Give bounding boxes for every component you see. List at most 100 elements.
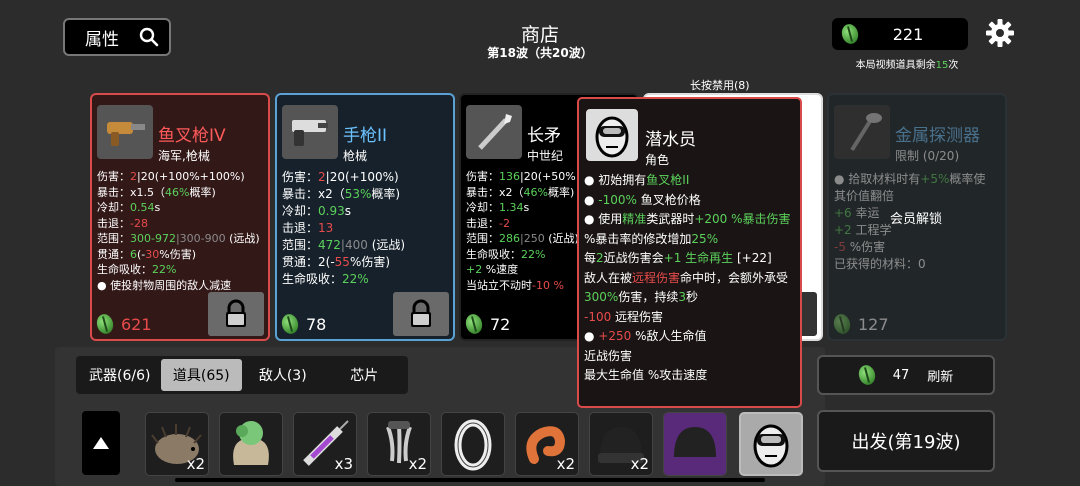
stat-line: 当站立不动时-10 % — [466, 278, 579, 294]
stat-segment: (远战) — [225, 232, 260, 245]
stat-line: 暴击：x1.5（46%概率) — [97, 185, 260, 201]
scroll-up-button[interactable] — [82, 411, 120, 475]
item-count: x3 — [334, 455, 353, 473]
tab-weapons[interactable]: 武器(6/6) — [79, 359, 161, 391]
stat-segment: 伤害： — [97, 170, 130, 183]
stat-line: ● 拾取材料时有+5%概率使 — [834, 171, 985, 188]
stat-segment: +2 — [834, 223, 852, 237]
stat-segment: 6 — [130, 247, 137, 261]
stat-line: 生命吸收：22% — [97, 262, 260, 278]
stat-segment: |20(+100% — [325, 170, 395, 184]
material-coin-icon — [831, 312, 853, 336]
depart-button[interactable]: 出发(第19波) — [817, 410, 995, 472]
inventory-scrollbar[interactable] — [175, 478, 765, 482]
shop-card-pistol[interactable]: 手枪II 枪械 伤害：2|20(+100%) 暴击：x2（53%概率) 冷却：0.9… — [275, 93, 455, 341]
stat-line: 生命吸收：22% — [282, 271, 405, 288]
stat-segment: 22% — [342, 272, 369, 286]
stat-segment: |400 — [340, 238, 368, 252]
stat-segment: +5% — [920, 172, 950, 186]
item-name: 长矛 — [527, 126, 561, 146]
tooltip-line: ● 使用精准类武器时+200 %暴击伤害 — [584, 210, 798, 230]
item-type: 枪械 — [343, 149, 368, 163]
material-coin-icon — [463, 312, 485, 336]
refresh-label: 刷新 — [927, 369, 954, 385]
tooltip-line: 每2近战伤害会+1 生命再生 [+22] — [584, 249, 798, 269]
tooltip-segment: 鱼叉枪II — [646, 173, 690, 187]
tab-chips[interactable]: 芯片 — [324, 359, 406, 391]
tooltip-segment: 远程伤害 — [632, 270, 681, 285]
gear-icon[interactable] — [985, 18, 1015, 48]
stat-segment: 击退： — [97, 216, 130, 230]
diver-mask-icon — [753, 424, 789, 468]
stat-line: 伤害：136|20(+50% — [466, 169, 579, 185]
item-slot-beanie[interactable]: x2 — [589, 412, 653, 476]
item-slot-moss-sack[interactable] — [219, 412, 283, 476]
item-name: 手枪II — [343, 126, 388, 146]
item-slot-hedgehog[interactable]: x2 — [145, 412, 209, 476]
stat-segment: 已获得的材料：0 — [834, 257, 926, 271]
stat-line: 击退：-2 — [466, 216, 579, 232]
stat-segment: 范围： — [466, 232, 499, 245]
stat-segment: +2 — [466, 263, 483, 276]
item-slot-ring[interactable] — [441, 412, 505, 476]
stat-segment: 46% — [523, 185, 548, 199]
stat-segment: 击退： — [466, 216, 499, 230]
stat-segment: |300-900 — [175, 232, 226, 245]
price-value: 78 — [306, 314, 327, 334]
stat-segment: 伤害： — [466, 170, 499, 183]
tab-items[interactable]: 道具(65) — [160, 359, 242, 391]
tooltip-line: 敌人在被远程伤害命中时，会额外承受 300%伤害，持续3秒 — [584, 269, 798, 308]
tooltip-segment: +250 — [598, 329, 632, 343]
stat-line: 暴击：x2（46%概率) — [466, 185, 579, 201]
stat-segment: 暴击：x1.5（ — [97, 185, 166, 199]
item-slot-syringe[interactable]: x3 — [293, 412, 357, 476]
tooltip-segment: 2 — [596, 251, 604, 265]
stat-segment: 暴击：x2（ — [466, 185, 524, 199]
tooltip-segment: 伤害，持续 — [618, 290, 679, 304]
currency-display: 221 — [832, 18, 968, 50]
stat-segment: +100%) — [199, 170, 245, 183]
tooltip-description: ● 初始拥有鱼叉枪II ● -100% 鱼叉枪价格 ● 使用精准类武器时+200 %… — [584, 171, 798, 386]
tooltip-segment: 精准 — [622, 212, 647, 226]
tooltip-segment: %攻击速度 — [647, 368, 708, 382]
item-slot-orange-worm[interactable]: x2 — [515, 412, 579, 476]
stat-segment: 贯通：2(- — [282, 255, 335, 269]
stat-line: 范围：300-972|300-900 (远战) — [97, 231, 260, 247]
tooltip-segment: %暴击率 — [584, 231, 632, 246]
material-coin-icon — [94, 312, 116, 336]
tooltip-line: 近战伤害 — [584, 347, 798, 367]
stat-segment: 生命吸收： — [282, 272, 343, 286]
item-slot-diver-mask[interactable] — [739, 412, 803, 476]
tooltip-segment: +200 %暴击伤害 — [694, 212, 791, 226]
stat-segment: 13 — [318, 221, 334, 235]
lock-button[interactable] — [393, 292, 449, 336]
refresh-button[interactable]: 47 刷新 — [817, 355, 995, 395]
lock-button[interactable] — [208, 292, 264, 336]
stat-line: 贯通：6(-30%伤害) — [97, 247, 260, 263]
item-slot-claw[interactable]: x2 — [367, 412, 431, 476]
stat-segment: 2 — [318, 170, 326, 184]
stat-segment: |20(+50% — [520, 170, 576, 183]
item-price: 78 — [279, 312, 327, 336]
stat-segment: |20(+100% — [137, 170, 200, 183]
stat-line: 其价值翻倍 — [834, 188, 985, 205]
stat-segment: |250 — [520, 232, 545, 245]
moss-sack-icon — [233, 421, 269, 465]
stat-line: +2 %速度 — [466, 262, 579, 278]
lock-icon — [411, 299, 431, 327]
stat-line: 生命吸收：22% — [466, 247, 579, 263]
stat-segment: %伤害 — [845, 240, 886, 254]
item-name: 鱼叉枪IV — [158, 126, 226, 146]
tooltip-segment: 命中时，会额外承受 — [680, 270, 789, 285]
stat-segment: 冷却： — [282, 204, 319, 218]
character-tooltip: 潜水员 角色 ● 初始拥有鱼叉枪II ● -100% 鱼叉枪价格 ● 使用精准类武器… — [577, 97, 802, 408]
video-items-remaining: 本局视频道具剩余15次 — [832, 56, 982, 71]
tooltip-segment: 敌人在被 — [584, 270, 633, 285]
item-slot-purple-beanie[interactable] — [663, 412, 727, 476]
refresh-cost: 47 — [892, 367, 910, 383]
tooltip-segment: -100% — [598, 192, 637, 207]
shop-card-harpoon-gun[interactable]: 鱼叉枪IV 海军,枪械 伤害：2|20(+100%+100%) 暴击：x1.5（4… — [90, 93, 270, 341]
tab-enemies[interactable]: 敌人(3) — [242, 359, 324, 391]
item-stats: 伤害：2|20(+100%+100%) 暴击：x1.5（46%概率) 冷却：0.54… — [97, 169, 260, 293]
tooltip-line: 最大生命值 %攻击速度 — [584, 366, 798, 386]
